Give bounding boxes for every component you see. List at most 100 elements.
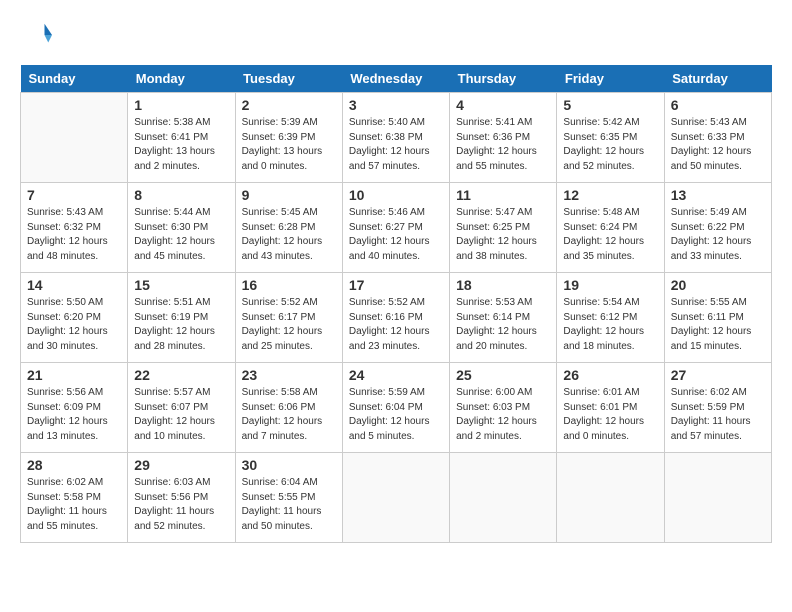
- day-number: 23: [242, 367, 336, 383]
- day-number: 6: [671, 97, 765, 113]
- calendar-cell: 12 Sunrise: 5:48 AM Sunset: 6:24 PM Dayli…: [557, 183, 664, 273]
- calendar-cell: 17Sunrise: 5:52 AM Sunset: 6:16 PM Dayli…: [342, 273, 449, 363]
- day-header-sunday: Sunday: [21, 65, 128, 93]
- calendar-cell: 28 Sunrise: 6:02 AM Sunset: 5:58 PM Dayli…: [21, 453, 128, 543]
- day-info: Sunrise: 5:46 AM Sunset: 6:27 PM Dayligh…: [349, 206, 443, 264]
- calendar-cell: 20Sunrise: 5:55 AM Sunset: 6:11 PM Dayli…: [664, 273, 771, 363]
- day-number: 19: [563, 277, 657, 293]
- day-number: 13: [671, 187, 765, 203]
- calendar-cell: 8 Sunrise: 5:44 AM Sunset: 6:30 PM Daylig…: [128, 183, 235, 273]
- day-info: Sunrise: 5:38 AM Sunset: 6:41 PM Dayligh…: [134, 116, 228, 174]
- day-number: 4: [456, 97, 550, 113]
- day-info: Sunrise: 5:44 AM Sunset: 6:30 PM Dayligh…: [134, 206, 228, 264]
- calendar-cell: [21, 93, 128, 183]
- day-header-saturday: Saturday: [664, 65, 771, 93]
- calendar-cell: [557, 453, 664, 543]
- calendar-table: SundayMondayTuesdayWednesdayThursdayFrid…: [20, 65, 772, 543]
- day-info: Sunrise: 5:40 AM Sunset: 6:38 PM Dayligh…: [349, 116, 443, 174]
- day-header-tuesday: Tuesday: [235, 65, 342, 93]
- logo-icon: [22, 20, 52, 50]
- calendar-cell: 1 Sunrise: 5:38 AM Sunset: 6:41 PM Daylig…: [128, 93, 235, 183]
- logo: [20, 20, 52, 55]
- calendar-cell: 19 Sunrise: 5:54 AM Sunset: 6:12 PM Dayli…: [557, 273, 664, 363]
- calendar-cell: 6 Sunrise: 5:43 AM Sunset: 6:33 PM Daylig…: [664, 93, 771, 183]
- calendar-cell: 16Sunrise: 5:52 AM Sunset: 6:17 PM Dayli…: [235, 273, 342, 363]
- day-info: Sunrise: 6:03 AM Sunset: 5:56 PM Dayligh…: [134, 476, 228, 534]
- calendar-cell: 5 Sunrise: 5:42 AM Sunset: 6:35 PM Daylig…: [557, 93, 664, 183]
- calendar-cell: [342, 453, 449, 543]
- day-info: Sunrise: 6:02 AM Sunset: 5:58 PM Dayligh…: [27, 476, 121, 534]
- calendar-week-4: 21 Sunrise: 5:56 AM Sunset: 6:09 PM Dayli…: [21, 363, 772, 453]
- calendar-cell: 3 Sunrise: 5:40 AM Sunset: 6:38 PM Daylig…: [342, 93, 449, 183]
- day-header-friday: Friday: [557, 65, 664, 93]
- calendar-cell: 25 Sunrise: 6:00 AM Sunset: 6:03 PM Dayli…: [450, 363, 557, 453]
- calendar-cell: 22 Sunrise: 5:57 AM Sunset: 6:07 PM Dayli…: [128, 363, 235, 453]
- day-number: 5: [563, 97, 657, 113]
- day-number: 22: [134, 367, 228, 383]
- calendar-week-3: 14Sunrise: 5:50 AM Sunset: 6:20 PM Dayli…: [21, 273, 772, 363]
- day-info: Sunrise: 5:58 AM Sunset: 6:06 PM Dayligh…: [242, 386, 336, 444]
- calendar-cell: 18 Sunrise: 5:53 AM Sunset: 6:14 PM Dayli…: [450, 273, 557, 363]
- day-info: Sunrise: 5:53 AM Sunset: 6:14 PM Dayligh…: [456, 296, 550, 354]
- calendar-week-2: 7 Sunrise: 5:43 AM Sunset: 6:32 PM Daylig…: [21, 183, 772, 273]
- calendar-cell: 21 Sunrise: 5:56 AM Sunset: 6:09 PM Dayli…: [21, 363, 128, 453]
- day-number: 14: [27, 277, 121, 293]
- day-number: 7: [27, 187, 121, 203]
- day-number: 8: [134, 187, 228, 203]
- day-number: 15: [134, 277, 228, 293]
- day-info: Sunrise: 5:56 AM Sunset: 6:09 PM Dayligh…: [27, 386, 121, 444]
- day-number: 12: [563, 187, 657, 203]
- day-number: 28: [27, 457, 121, 473]
- day-number: 25: [456, 367, 550, 383]
- calendar-cell: 13 Sunrise: 5:49 AM Sunset: 6:22 PM Dayli…: [664, 183, 771, 273]
- day-number: 1: [134, 97, 228, 113]
- day-number: 11: [456, 187, 550, 203]
- day-header-monday: Monday: [128, 65, 235, 93]
- day-info: Sunrise: 5:57 AM Sunset: 6:07 PM Dayligh…: [134, 386, 228, 444]
- calendar-cell: 24Sunrise: 5:59 AM Sunset: 6:04 PM Dayli…: [342, 363, 449, 453]
- day-info: Sunrise: 5:52 AM Sunset: 6:16 PM Dayligh…: [349, 296, 443, 354]
- day-number: 26: [563, 367, 657, 383]
- calendar-week-1: 1 Sunrise: 5:38 AM Sunset: 6:41 PM Daylig…: [21, 93, 772, 183]
- day-header-thursday: Thursday: [450, 65, 557, 93]
- day-info: Sunrise: 6:00 AM Sunset: 6:03 PM Dayligh…: [456, 386, 550, 444]
- day-number: 27: [671, 367, 765, 383]
- calendar-cell: 7 Sunrise: 5:43 AM Sunset: 6:32 PM Daylig…: [21, 183, 128, 273]
- calendar-week-5: 28 Sunrise: 6:02 AM Sunset: 5:58 PM Dayli…: [21, 453, 772, 543]
- day-number: 18: [456, 277, 550, 293]
- day-number: 2: [242, 97, 336, 113]
- calendar-body: 1 Sunrise: 5:38 AM Sunset: 6:41 PM Daylig…: [21, 93, 772, 543]
- day-number: 24: [349, 367, 443, 383]
- day-info: Sunrise: 5:51 AM Sunset: 6:19 PM Dayligh…: [134, 296, 228, 354]
- day-info: Sunrise: 5:39 AM Sunset: 6:39 PM Dayligh…: [242, 116, 336, 174]
- day-number: 20: [671, 277, 765, 293]
- day-info: Sunrise: 5:43 AM Sunset: 6:33 PM Dayligh…: [671, 116, 765, 174]
- day-number: 3: [349, 97, 443, 113]
- day-info: Sunrise: 5:48 AM Sunset: 6:24 PM Dayligh…: [563, 206, 657, 264]
- day-number: 9: [242, 187, 336, 203]
- day-info: Sunrise: 5:42 AM Sunset: 6:35 PM Dayligh…: [563, 116, 657, 174]
- calendar-cell: [450, 453, 557, 543]
- day-number: 21: [27, 367, 121, 383]
- day-info: Sunrise: 6:01 AM Sunset: 6:01 PM Dayligh…: [563, 386, 657, 444]
- day-info: Sunrise: 6:04 AM Sunset: 5:55 PM Dayligh…: [242, 476, 336, 534]
- calendar-cell: 14Sunrise: 5:50 AM Sunset: 6:20 PM Dayli…: [21, 273, 128, 363]
- calendar-cell: 15 Sunrise: 5:51 AM Sunset: 6:19 PM Dayli…: [128, 273, 235, 363]
- calendar-cell: [664, 453, 771, 543]
- calendar-cell: 26 Sunrise: 6:01 AM Sunset: 6:01 PM Dayli…: [557, 363, 664, 453]
- calendar-cell: 30Sunrise: 6:04 AM Sunset: 5:55 PM Dayli…: [235, 453, 342, 543]
- day-info: Sunrise: 5:43 AM Sunset: 6:32 PM Dayligh…: [27, 206, 121, 264]
- calendar-cell: 9 Sunrise: 5:45 AM Sunset: 6:28 PM Daylig…: [235, 183, 342, 273]
- day-number: 16: [242, 277, 336, 293]
- page-header: [20, 20, 772, 55]
- day-info: Sunrise: 5:49 AM Sunset: 6:22 PM Dayligh…: [671, 206, 765, 264]
- calendar-cell: 4Sunrise: 5:41 AM Sunset: 6:36 PM Daylig…: [450, 93, 557, 183]
- day-info: Sunrise: 5:47 AM Sunset: 6:25 PM Dayligh…: [456, 206, 550, 264]
- day-header-wednesday: Wednesday: [342, 65, 449, 93]
- day-number: 29: [134, 457, 228, 473]
- calendar-cell: 2 Sunrise: 5:39 AM Sunset: 6:39 PM Daylig…: [235, 93, 342, 183]
- calendar-cell: 10Sunrise: 5:46 AM Sunset: 6:27 PM Dayli…: [342, 183, 449, 273]
- day-info: Sunrise: 5:54 AM Sunset: 6:12 PM Dayligh…: [563, 296, 657, 354]
- day-info: Sunrise: 5:45 AM Sunset: 6:28 PM Dayligh…: [242, 206, 336, 264]
- calendar-cell: 27Sunrise: 6:02 AM Sunset: 5:59 PM Dayli…: [664, 363, 771, 453]
